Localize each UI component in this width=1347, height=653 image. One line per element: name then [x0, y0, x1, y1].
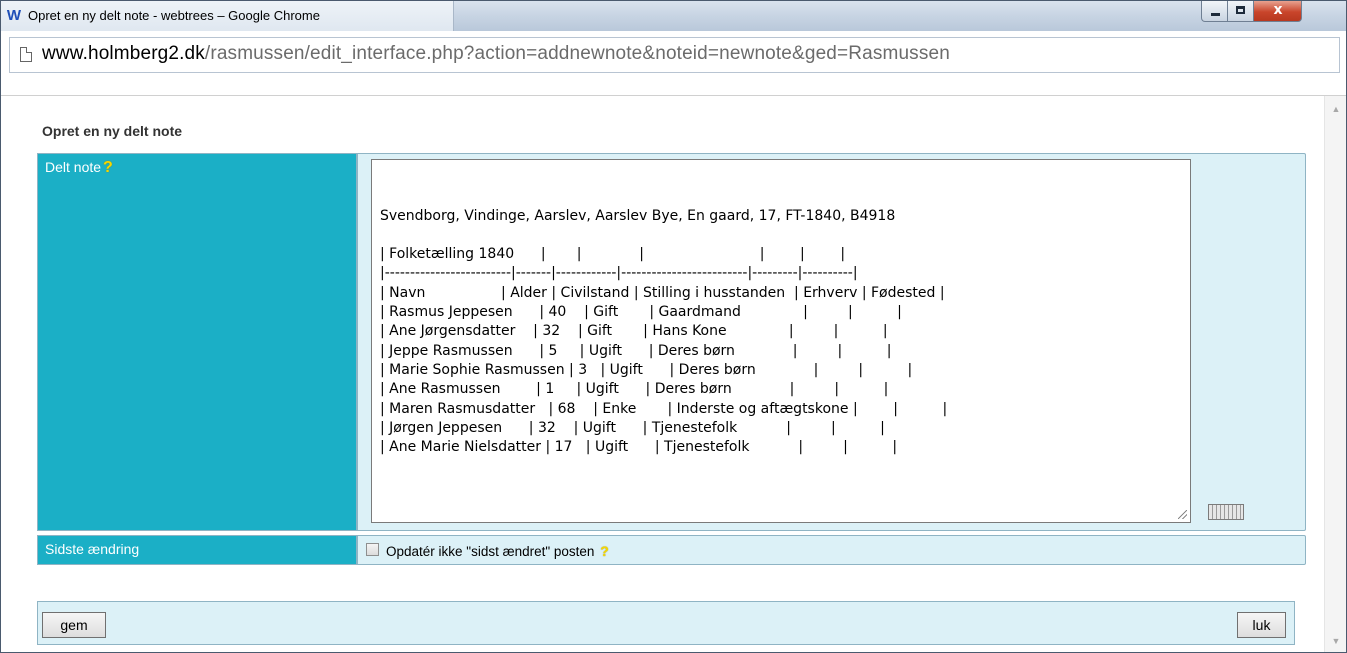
page-content: Opret en ny delt note Delt note? Svendbo… [1, 96, 1324, 652]
note-line: | Navn | Alder | Civilstand | Stilling i… [380, 284, 945, 301]
no-update-checkbox[interactable] [366, 543, 379, 556]
shared-note-label-cell: Delt note? [37, 153, 357, 531]
shared-note-value-cell: Svendborg, Vindinge, Aarslev, Aarslev By… [357, 153, 1306, 531]
note-line: |-------------------------|-------|-----… [380, 265, 858, 282]
window-title: Opret en ny delt note - webtrees – Googl… [28, 8, 320, 23]
minimize-icon [1211, 13, 1220, 16]
last-change-label-cell: Sidste ændring [37, 535, 357, 565]
note-line: | Marie Sophie Rasmussen | 3 | Ugift | D… [380, 361, 913, 378]
page-icon [20, 47, 32, 62]
no-update-text: Opdatér ikke "sidst ændret" posten [386, 544, 595, 559]
resize-grip-icon[interactable] [1178, 510, 1187, 519]
note-line: Svendborg, Vindinge, Aarslev, Aarslev By… [380, 207, 896, 224]
url-text[interactable]: www.holmberg2.dk/rasmussen/edit_interfac… [42, 43, 950, 65]
title-bar[interactable]: W Opret en ny delt note - webtrees – Goo… [1, 1, 1346, 31]
scroll-down-icon[interactable]: ▼ [1325, 632, 1346, 650]
help-icon[interactable]: ? [103, 159, 113, 176]
minimize-button[interactable] [1201, 1, 1228, 22]
address-bar: www.holmberg2.dk/rasmussen/edit_interfac… [1, 31, 1346, 96]
url-path: /rasmussen/edit_interface.php?action=add… [204, 43, 950, 64]
scroll-up-icon[interactable]: ▲ [1325, 100, 1346, 118]
note-line: | Folketælling 1840 | | | | | | [380, 246, 846, 263]
maximize-icon [1236, 6, 1245, 14]
webtrees-icon: W [6, 7, 22, 24]
keyboard-icon[interactable] [1208, 504, 1244, 520]
note-line: | Rasmus Jeppesen | 40 | Gift | Gaardman… [380, 304, 902, 321]
help-icon[interactable]: ? [600, 543, 609, 559]
note-line: | Ane Rasmussen | 1 | Ugift | Deres børn… [380, 381, 889, 398]
shared-note-label: Delt note [45, 159, 102, 175]
note-line: | Ane Jørgensdatter | 32 | Gift | Hans K… [380, 323, 888, 340]
footer-bar: gem luk [37, 601, 1295, 645]
last-change-value-cell: Opdatér ikke "sidst ændret" posten ? [357, 535, 1306, 565]
shared-note-textarea[interactable]: Svendborg, Vindinge, Aarslev, Aarslev By… [371, 159, 1191, 523]
vertical-scrollbar[interactable]: ▲ ▼ [1324, 96, 1346, 652]
note-line: | Jørgen Jeppesen | 32 | Ugift | Tjenest… [380, 419, 885, 436]
url-field[interactable]: www.holmberg2.dk/rasmussen/edit_interfac… [9, 37, 1340, 73]
browser-window: W Opret en ny delt note - webtrees – Goo… [0, 0, 1347, 653]
maximize-button[interactable] [1228, 1, 1254, 22]
last-change-label: Sidste ændring [45, 541, 140, 557]
note-line: | Jeppe Rasmussen | 5 | Ugift | Deres bø… [380, 342, 892, 359]
note-line: | Maren Rasmusdatter | 68 | Enke | Inder… [380, 400, 948, 417]
close-button[interactable]: luk [1237, 612, 1286, 638]
close-icon: x [1273, 2, 1283, 18]
save-button[interactable]: gem [42, 612, 106, 638]
page-title: Opret en ny delt note [42, 123, 183, 139]
note-line: | Ane Marie Nielsdatter | 17 | Ugift | T… [380, 439, 898, 456]
no-update-checkbox-label: Opdatér ikke "sidst ændret" posten ? [386, 543, 609, 559]
note-line [380, 226, 1182, 245]
close-window-button[interactable]: x [1254, 1, 1302, 22]
url-host: www.holmberg2.dk [42, 43, 205, 64]
